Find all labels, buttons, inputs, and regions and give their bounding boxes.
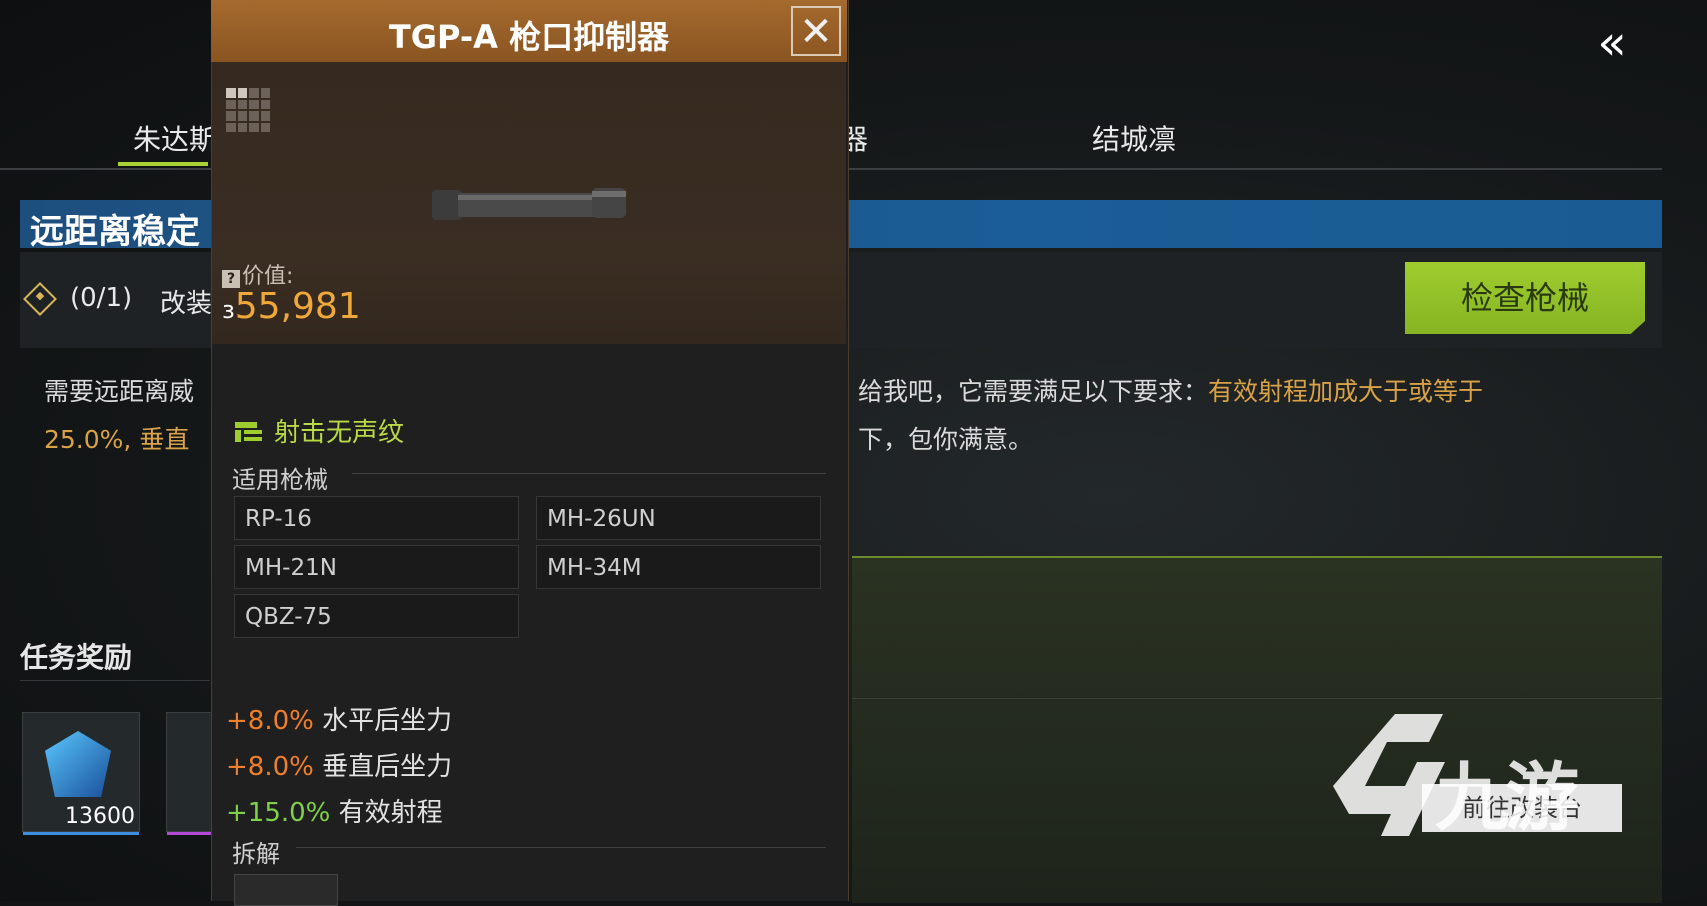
desc-right-highlight: 有效射程加成大于或等于 (1208, 377, 1484, 406)
task-description-right: 给我吧，它需要满足以下要求：有效射程加成大于或等于 下，包你满意。 (858, 368, 1638, 464)
rewards-title: 任务奖励 (20, 641, 133, 674)
disassemble-part-item[interactable] (234, 874, 338, 906)
suppressor-image (432, 188, 626, 220)
objective-progress: (0/1) (70, 283, 133, 313)
close-button[interactable]: ✕ (791, 6, 841, 56)
watermark-logo: 九游 (1325, 706, 1665, 866)
desc-left-line1: 需要远距离威 (44, 377, 195, 406)
task-description-left: 需要远距离威 25.0%, 垂直 (44, 368, 194, 464)
reward-item[interactable]: 13600 (22, 712, 140, 835)
gun-item[interactable]: QBZ-75 (234, 594, 519, 638)
tab-judas[interactable]: 朱达斯 (133, 118, 217, 158)
double-chevron-left-icon: « (1597, 15, 1627, 71)
active-tab-indicator (118, 162, 208, 166)
desc-left-line2: 25.0%, 垂直 (44, 425, 190, 454)
objective-text: 改装 (160, 289, 213, 319)
popup-title: TGP-A 枪口抑制器 (388, 18, 670, 56)
gun-item[interactable]: MH-21N (234, 545, 519, 589)
tab-yuki-rin[interactable]: 结城凛 (1092, 118, 1176, 158)
silencer-trait-icon (235, 422, 262, 442)
desc-right-plain: 给我吧，它需要满足以下要求： (858, 377, 1209, 406)
stat-effective-range: +15.0% 有效射程 (226, 798, 443, 828)
stat-vertical-recoil: +8.0% 垂直后坐力 (226, 752, 453, 782)
applicable-guns-label: 适用枪械 (232, 466, 328, 494)
stat-horizontal-recoil: +8.0% 水平后坐力 (226, 706, 453, 736)
disassemble-label: 拆解 (232, 840, 280, 868)
back-button[interactable]: « (1582, 18, 1642, 68)
section-divider (352, 473, 826, 474)
gun-item[interactable]: MH-26UN (536, 496, 821, 540)
close-icon: ✕ (799, 9, 833, 55)
section-divider (296, 847, 826, 848)
currency-icon: з (222, 296, 235, 324)
gun-item[interactable]: MH-34M (536, 545, 821, 589)
reward-count: 13600 (65, 804, 135, 829)
value-amount: 55,981 (234, 286, 361, 327)
rarity-bar (23, 832, 139, 835)
item-value: з55,981 (222, 286, 361, 327)
gun-item[interactable]: RP-16 (234, 496, 519, 540)
desc-right-line2: 下，包你满意。 (858, 425, 1034, 454)
check-weapon-button[interactable]: 检查枪械 (1405, 262, 1645, 334)
watermark-text: 九游 (1435, 755, 1579, 841)
trait-text: 射击无声纹 (274, 418, 405, 448)
rarity-bar (167, 832, 217, 835)
task-title: 远距离稳定 (30, 212, 200, 252)
credit-gem-icon (45, 731, 111, 797)
item-size-grid-icon (226, 88, 270, 132)
panel-divider (852, 698, 1662, 699)
rewards-divider (20, 680, 210, 681)
